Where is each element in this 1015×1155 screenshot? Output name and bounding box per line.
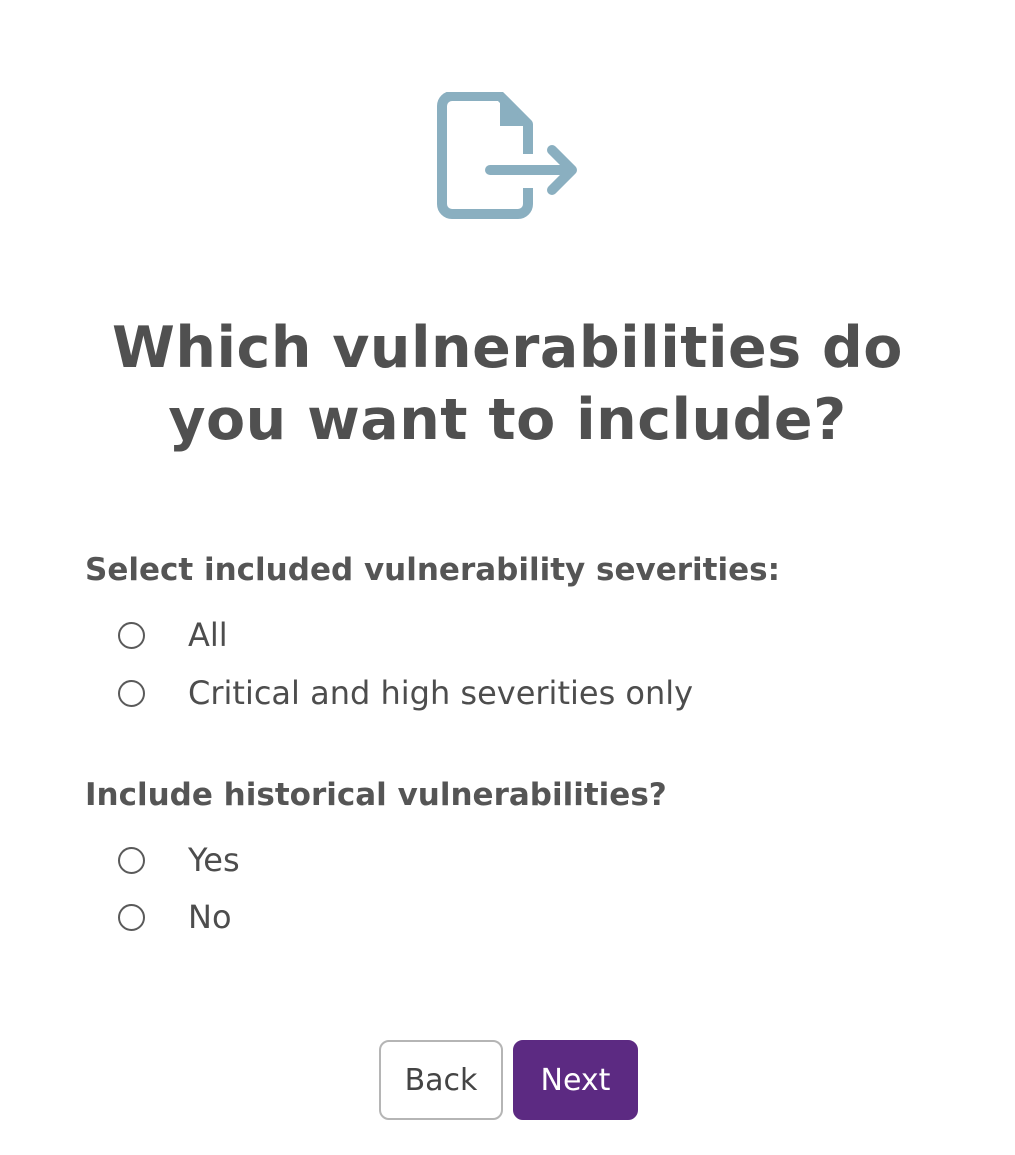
- file-export-icon: [437, 92, 577, 219]
- severity-group-label: Select included vulnerability severities…: [85, 552, 780, 588]
- radio-button[interactable]: [118, 679, 145, 707]
- option-label: Critical and high severities only: [188, 674, 694, 712]
- severity-option-all[interactable]: All: [118, 615, 228, 655]
- radio-button[interactable]: [118, 846, 145, 874]
- historical-option-yes[interactable]: Yes: [118, 840, 240, 880]
- next-button[interactable]: Next: [513, 1040, 638, 1120]
- historical-option-no[interactable]: No: [118, 897, 232, 937]
- option-label: No: [188, 898, 232, 936]
- page-title: Which vulnerabilities do you want to inc…: [112, 315, 903, 453]
- back-button[interactable]: Back: [379, 1040, 503, 1120]
- severity-option-critical-high[interactable]: Critical and high severities only: [118, 673, 693, 713]
- radio-button[interactable]: [118, 903, 145, 931]
- historical-group-label: Include historical vulnerabilities?: [85, 777, 667, 813]
- option-label: All: [188, 616, 228, 654]
- option-label: Yes: [188, 841, 240, 879]
- radio-button[interactable]: [118, 621, 145, 649]
